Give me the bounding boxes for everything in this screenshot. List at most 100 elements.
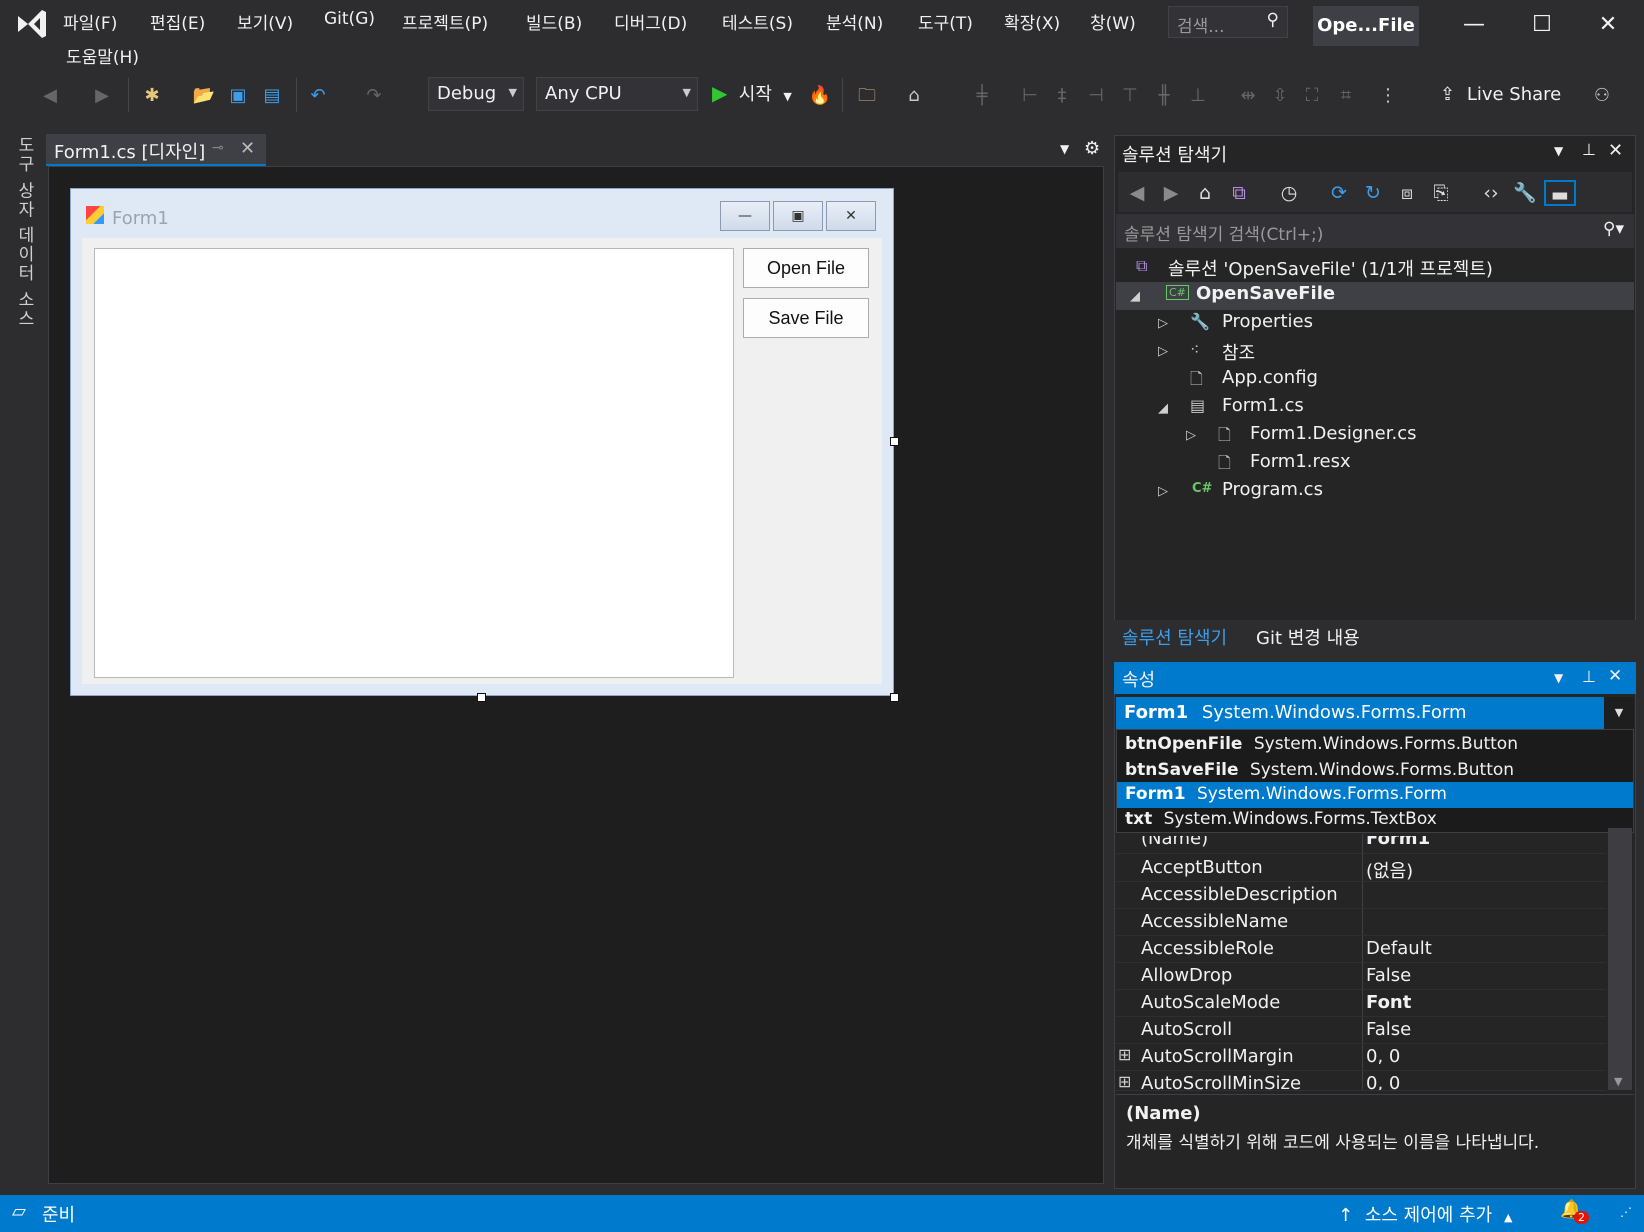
- menu-extensions[interactable]: 확장(X): [1004, 9, 1060, 34]
- same-size-icon[interactable]: ⛶: [1300, 84, 1324, 108]
- property-row[interactable]: AccessibleName: [1116, 909, 1606, 936]
- back-icon[interactable]: ◀: [1124, 180, 1150, 206]
- datasource-tab[interactable]: 데이터 소스: [12, 226, 37, 328]
- align-left-icon[interactable]: ⊢: [1018, 84, 1042, 108]
- forward-icon[interactable]: ▶: [90, 84, 114, 108]
- align-bottom-icon[interactable]: ⊥: [1186, 84, 1210, 108]
- object-option-btnopenfile[interactable]: btnOpenFile System.Windows.Forms.Button: [1117, 732, 1633, 758]
- align-grid-icon[interactable]: ╪: [970, 84, 994, 108]
- history-icon[interactable]: ◷: [1276, 180, 1302, 206]
- property-row[interactable]: AutoScroll False: [1116, 1017, 1606, 1044]
- menu-project[interactable]: 프로젝트(P): [402, 9, 488, 34]
- collapsed-arrow-icon[interactable]: ▷: [1158, 484, 1168, 499]
- object-selector[interactable]: Form1 System.Windows.Forms.Form ▼: [1116, 697, 1634, 731]
- pin-icon[interactable]: ⊥: [1582, 140, 1596, 159]
- menu-view[interactable]: 보기(V): [237, 9, 293, 34]
- property-value[interactable]: 0, 0: [1366, 1046, 1400, 1067]
- resize-handle-right[interactable]: [890, 437, 899, 446]
- gear-icon[interactable]: ⚙: [1084, 138, 1100, 159]
- close-panel-icon[interactable]: ✕: [1608, 666, 1622, 686]
- tree-item-appconfig[interactable]: 🗋 App.config: [1116, 366, 1634, 394]
- menu-edit[interactable]: 편집(E): [150, 9, 205, 34]
- property-row[interactable]: AllowDrop False: [1116, 963, 1606, 990]
- solution-explorer-search-input[interactable]: 솔루션 탐색기 검색(Ctrl+;) ⚲▾: [1116, 214, 1634, 248]
- property-row[interactable]: ⊞ AutoScrollMinSize 0, 0: [1116, 1071, 1606, 1091]
- menu-debug[interactable]: 디버그(D): [614, 9, 687, 34]
- open-folder-icon[interactable]: 📂: [192, 84, 216, 108]
- tree-item-program[interactable]: ▷ C# Program.cs: [1116, 478, 1634, 506]
- properties-scrollbar[interactable]: ▼: [1608, 828, 1632, 1090]
- tree-item-references[interactable]: ▷ ⁖ 참조: [1116, 338, 1634, 366]
- back-icon[interactable]: ◀: [38, 84, 62, 108]
- menu-test[interactable]: 테스트(S): [722, 9, 793, 34]
- refresh-icon[interactable]: ↻: [1360, 180, 1386, 206]
- save-file-button[interactable]: Save File: [743, 298, 869, 338]
- scroll-down-icon[interactable]: ▼: [1614, 1075, 1622, 1088]
- tree-item-designer[interactable]: ▷ 🗋 Form1.Designer.cs: [1116, 422, 1634, 450]
- collapse-all-icon[interactable]: ⧈: [1394, 180, 1420, 206]
- resize-handle-bottom[interactable]: [477, 693, 486, 702]
- expand-icon[interactable]: ⊞: [1118, 1072, 1131, 1090]
- tree-project[interactable]: ◢ C# OpenSaveFile: [1116, 282, 1634, 310]
- maximize-button[interactable]: ☐: [1512, 8, 1572, 42]
- add-to-source-control-button[interactable]: ↑ 소스 제어에 추가 ▲: [1338, 1201, 1512, 1227]
- tree-item-properties[interactable]: ▷ 🔧 Properties: [1116, 310, 1634, 338]
- close-panel-icon[interactable]: ✕: [1608, 140, 1623, 161]
- align-right-icon[interactable]: ⊣: [1084, 84, 1108, 108]
- panel-dropdown-icon[interactable]: ▼: [1554, 144, 1563, 158]
- property-row[interactable]: AutoScaleMode Font: [1116, 990, 1606, 1017]
- preview-selected-icon[interactable]: ▬: [1544, 180, 1576, 206]
- same-height-icon[interactable]: ⇳: [1268, 84, 1292, 108]
- forward-icon[interactable]: ▶: [1158, 180, 1184, 206]
- tree-item-resx[interactable]: 🗋 Form1.resx: [1116, 450, 1634, 478]
- property-row[interactable]: (Name) Form1: [1116, 836, 1606, 854]
- menu-window[interactable]: 창(W): [1090, 9, 1136, 34]
- collapsed-arrow-icon[interactable]: ▷: [1186, 428, 1196, 443]
- object-option-txt[interactable]: txt System.Windows.Forms.TextBox: [1117, 807, 1633, 833]
- menu-file[interactable]: 파일(F): [63, 9, 117, 34]
- toolbox-tab[interactable]: 도구 상자: [12, 136, 37, 219]
- property-value[interactable]: Default: [1366, 938, 1432, 959]
- tab-form1-design[interactable]: Form1.cs [디자인] ⊸ ✕: [46, 134, 266, 166]
- property-value[interactable]: False: [1366, 965, 1411, 986]
- undo-icon[interactable]: ↶: [306, 84, 330, 108]
- property-row[interactable]: AccessibleDescription: [1116, 882, 1606, 909]
- panel-dropdown-icon[interactable]: ▼: [1554, 671, 1563, 685]
- property-value[interactable]: Font: [1366, 992, 1411, 1013]
- sync-icon[interactable]: ⟳: [1326, 180, 1352, 206]
- expand-icon[interactable]: ⊞: [1118, 1045, 1131, 1064]
- redo-icon[interactable]: ↷: [362, 84, 386, 108]
- start-button[interactable]: ▶ 시작 ▼: [712, 80, 802, 110]
- browse-icon[interactable]: 🗀: [855, 84, 879, 108]
- chevron-down-icon[interactable]: ▼: [1604, 697, 1634, 729]
- new-project-icon[interactable]: ✱: [140, 84, 164, 108]
- notifications-button[interactable]: 🔔 2: [1560, 1199, 1589, 1224]
- show-all-files-icon[interactable]: ⎘: [1428, 180, 1454, 206]
- close-tab-icon[interactable]: ✕: [240, 138, 255, 159]
- wrench-icon[interactable]: 🔧: [1512, 180, 1538, 206]
- menu-help[interactable]: 도움말(H): [66, 43, 139, 68]
- view-code-icon[interactable]: ‹›: [1478, 180, 1504, 206]
- property-value[interactable]: False: [1366, 1019, 1411, 1040]
- property-value[interactable]: 0, 0: [1366, 1073, 1400, 1090]
- tree-item-form1[interactable]: ◢ ▤ Form1.cs: [1116, 394, 1634, 422]
- pin-icon[interactable]: ⊥: [1582, 667, 1596, 686]
- close-window-button[interactable]: ✕: [1578, 8, 1638, 42]
- expanded-arrow-icon[interactable]: ◢: [1158, 401, 1168, 416]
- expanded-arrow-icon[interactable]: ◢: [1130, 289, 1140, 304]
- tree-solution[interactable]: ⧉ 솔루션 'OpenSaveFile' (1/1개 프로젝트): [1136, 254, 1632, 282]
- save-all-icon[interactable]: ▤: [260, 84, 284, 108]
- menu-tools[interactable]: 도구(T): [918, 9, 973, 34]
- save-icon[interactable]: ▣: [226, 84, 250, 108]
- tab-solution-explorer[interactable]: 솔루션 탐색기: [1122, 624, 1227, 650]
- minimize-button[interactable]: —: [1444, 8, 1504, 42]
- align-middle-icon[interactable]: ╫: [1152, 84, 1176, 108]
- menu-git[interactable]: Git(G): [324, 9, 375, 29]
- tab-dropdown-icon[interactable]: ▼: [1060, 142, 1069, 156]
- tab-git-changes[interactable]: Git 변경 내용: [1256, 624, 1360, 650]
- search-input[interactable]: 검색... ⚲: [1168, 6, 1288, 38]
- config-select[interactable]: Debug ▼: [428, 77, 524, 111]
- same-width-icon[interactable]: ⇹: [1236, 84, 1260, 108]
- resize-handle-corner[interactable]: [890, 693, 899, 702]
- vs-logo-icon[interactable]: [14, 6, 50, 42]
